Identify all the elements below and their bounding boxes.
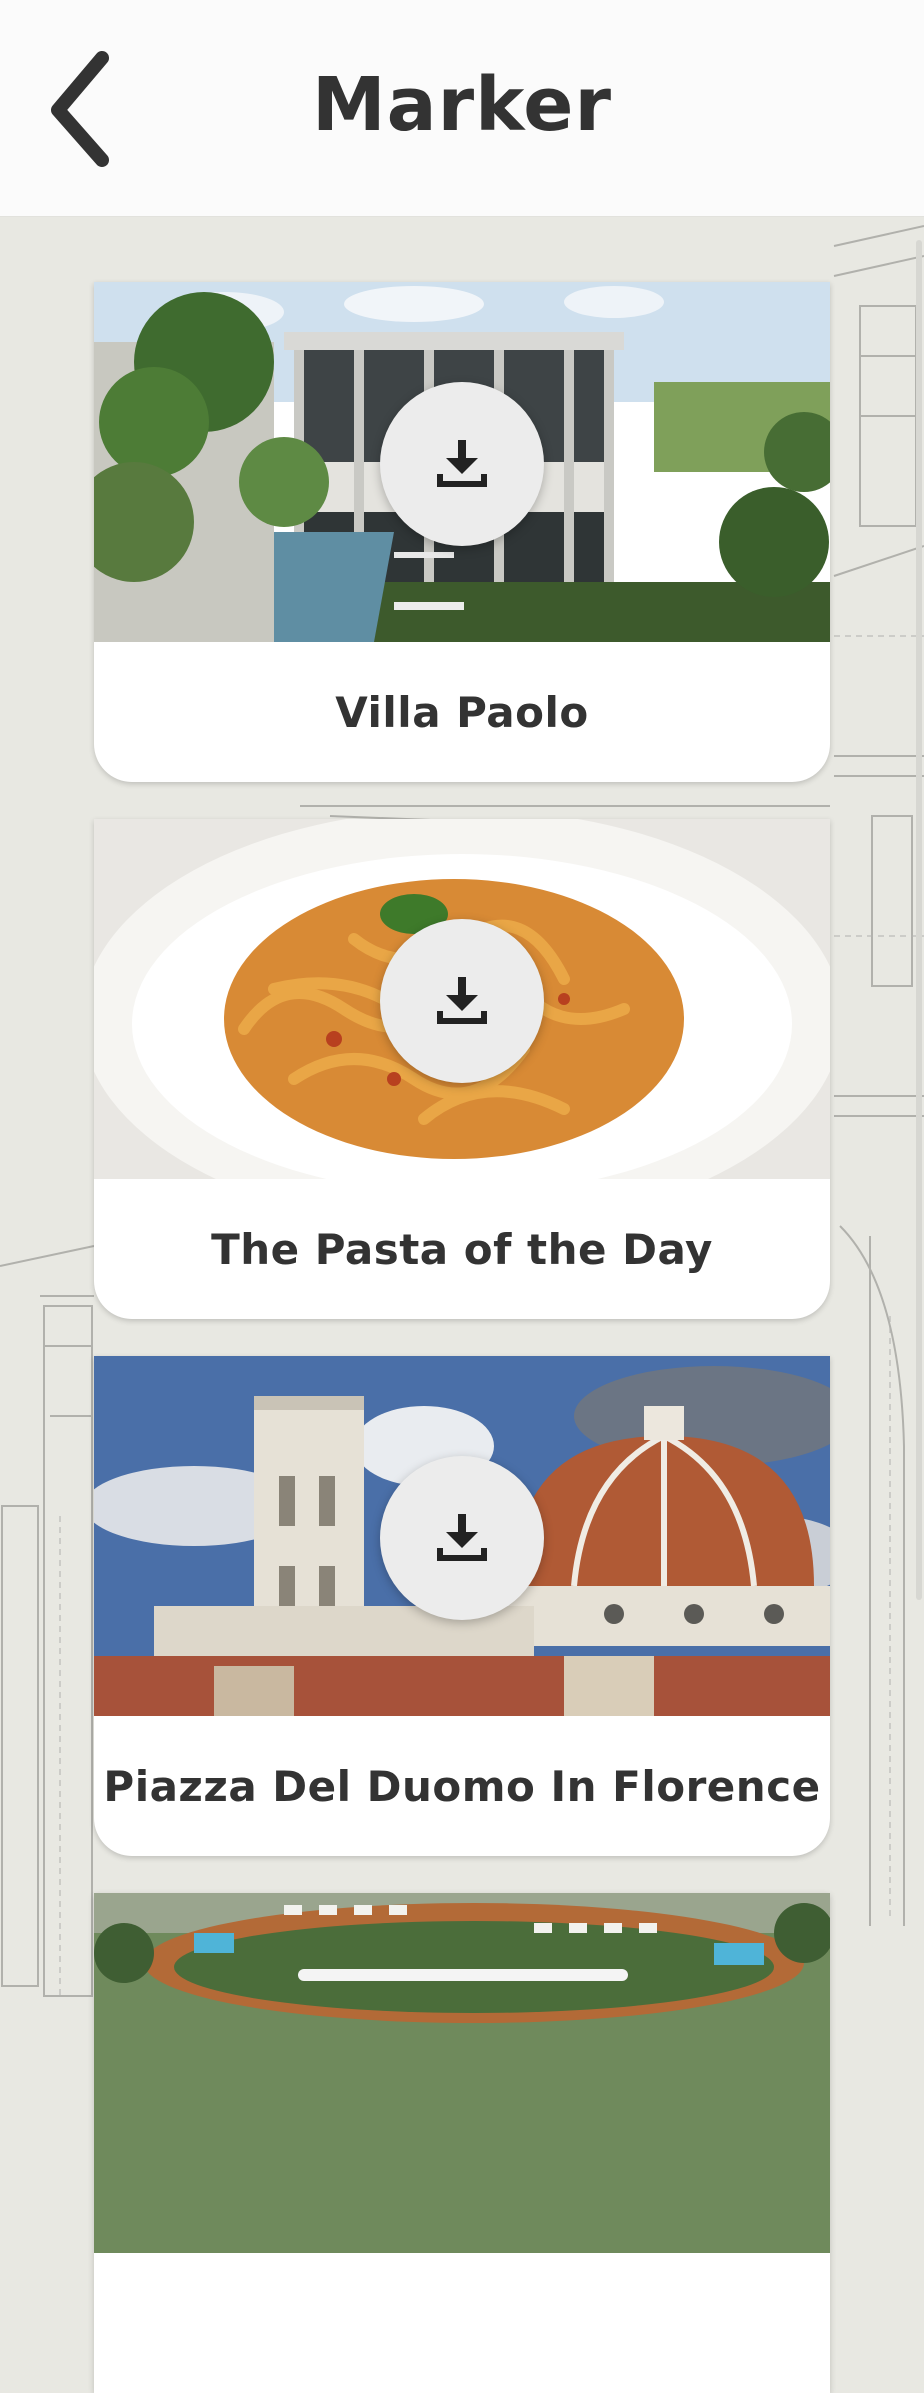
marker-card[interactable]: Piazza Del Duomo In Florence	[94, 1356, 830, 1856]
resort-image	[94, 1893, 830, 2253]
download-icon	[437, 977, 487, 1024]
marker-list: Villa Paolo The Pasta of the Day Piazza …	[0, 216, 924, 2393]
download-button[interactable]	[380, 919, 544, 1083]
page-title: Marker	[312, 62, 612, 148]
marker-card[interactable]	[94, 1893, 830, 2393]
marker-card[interactable]: The Pasta of the Day	[94, 819, 830, 1319]
download-icon	[437, 1514, 487, 1561]
card-title: The Pasta of the Day	[211, 1224, 713, 1274]
app-header: Marker	[0, 0, 924, 217]
card-title: Villa Paolo	[335, 687, 589, 737]
download-button[interactable]	[380, 382, 544, 546]
card-title: Piazza Del Duomo In Florence	[103, 1761, 821, 1811]
home-indicator	[298, 1969, 628, 1981]
marker-card[interactable]: Villa Paolo	[94, 282, 830, 782]
download-icon	[437, 440, 487, 487]
download-button[interactable]	[380, 1456, 544, 1620]
